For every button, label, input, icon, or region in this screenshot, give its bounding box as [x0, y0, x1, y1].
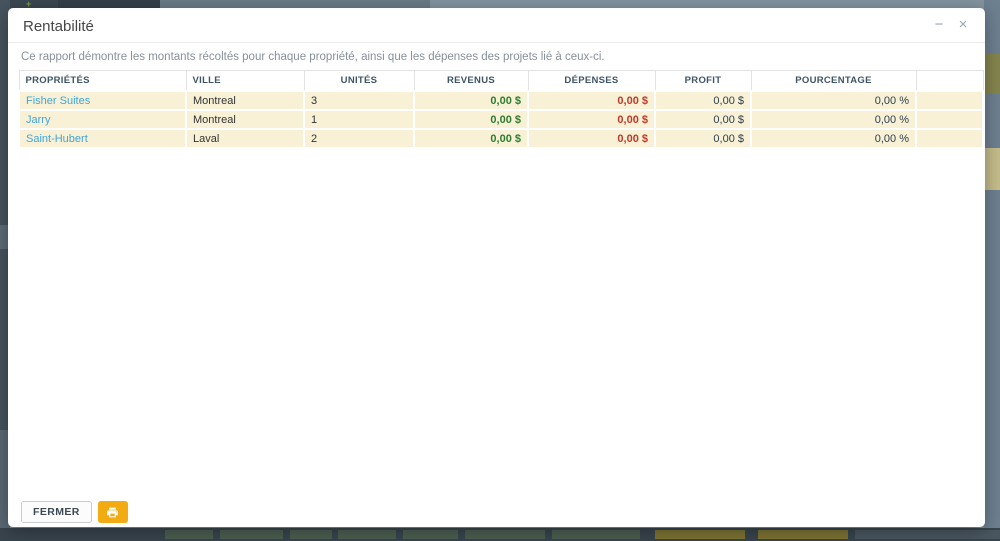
cell-profit: 0,00 $ — [655, 129, 751, 148]
backdrop-right-yellow-button — [984, 54, 1000, 94]
column-header-ville: VILLE — [186, 71, 304, 92]
backdrop-bottom-button — [165, 530, 213, 539]
print-button[interactable] — [98, 501, 128, 523]
column-header-pourcentage: POURCENTAGE — [751, 71, 916, 92]
backdrop-bottom-button — [338, 530, 396, 539]
cell-percentage: 0,00 % — [751, 91, 916, 110]
backdrop-bottom-button — [220, 530, 283, 539]
backdrop-bottom-button — [552, 530, 640, 539]
cell-property: Fisher Suites — [19, 91, 186, 110]
backdrop-bottom-button — [403, 530, 458, 539]
cell-city: Laval — [186, 129, 304, 148]
column-header-unites: UNITÉS — [304, 71, 414, 92]
column-header-depenses: DÉPENSES — [528, 71, 655, 92]
dialog-footer: FERMER — [21, 501, 128, 523]
backdrop-bottom-panel — [855, 530, 1000, 539]
table-header-row: PROPRIÉTÉS VILLE UNITÉS REVENUS DÉPENSES… — [19, 71, 983, 92]
cell-units: 1 — [304, 110, 414, 129]
backdrop-bottom-toolbar — [0, 528, 1000, 541]
cell-percentage: 0,00 % — [751, 110, 916, 129]
cell-expenses: 0,00 $ — [528, 129, 655, 148]
cell-property: Jarry — [19, 110, 186, 129]
backdrop-bottom-button — [758, 530, 848, 539]
cell-empty — [916, 129, 983, 148]
cell-expenses: 0,00 $ — [528, 110, 655, 129]
window-controls: − × — [931, 17, 971, 33]
cell-property: Saint-Hubert — [19, 129, 186, 148]
table-row: Fisher Suites Montreal 3 0,00 $ 0,00 $ 0… — [19, 91, 983, 110]
cell-revenue: 0,00 $ — [414, 91, 528, 110]
cell-profit: 0,00 $ — [655, 91, 751, 110]
printer-icon — [106, 506, 119, 519]
profitability-table: PROPRIÉTÉS VILLE UNITÉS REVENUS DÉPENSES… — [18, 70, 984, 149]
cell-revenue: 0,00 $ — [414, 110, 528, 129]
dialog-header: Rentabilité − × — [8, 8, 985, 43]
property-link[interactable]: Saint-Hubert — [26, 133, 88, 145]
backdrop-bottom-button — [465, 530, 545, 539]
backdrop-bottom-button — [290, 530, 332, 539]
cell-units: 3 — [304, 91, 414, 110]
report-table-container: PROPRIÉTÉS VILLE UNITÉS REVENUS DÉPENSES… — [8, 70, 985, 149]
column-header-empty — [916, 71, 983, 92]
cell-expenses: 0,00 $ — [528, 91, 655, 110]
dialog-description: Ce rapport démontre les montants récolté… — [8, 43, 985, 70]
column-header-proprietes: PROPRIÉTÉS — [19, 71, 186, 92]
cell-city: Montreal — [186, 91, 304, 110]
dialog-title: Rentabilité — [23, 18, 969, 35]
cell-profit: 0,00 $ — [655, 110, 751, 129]
cell-units: 2 — [304, 129, 414, 148]
cell-empty — [916, 110, 983, 129]
rentabilite-dialog: Rentabilité − × Ce rapport démontre les … — [8, 8, 985, 527]
column-header-revenus: REVENUS — [414, 71, 528, 92]
cell-percentage: 0,00 % — [751, 129, 916, 148]
plus-icon: + — [26, 1, 34, 8]
cell-empty — [916, 91, 983, 110]
backdrop-bottom-button — [655, 530, 745, 539]
property-link[interactable]: Fisher Suites — [26, 95, 90, 107]
fermer-button[interactable]: FERMER — [21, 501, 92, 523]
table-row: Saint-Hubert Laval 2 0,00 $ 0,00 $ 0,00 … — [19, 129, 983, 148]
property-link[interactable]: Jarry — [26, 114, 50, 126]
table-row: Jarry Montreal 1 0,00 $ 0,00 $ 0,00 $ 0,… — [19, 110, 983, 129]
backdrop-right-khaki-row — [984, 148, 1000, 190]
cell-revenue: 0,00 $ — [414, 129, 528, 148]
close-icon[interactable]: × — [955, 17, 971, 33]
cell-city: Montreal — [186, 110, 304, 129]
column-header-profit: PROFIT — [655, 71, 751, 92]
minimize-icon[interactable]: − — [931, 17, 947, 33]
